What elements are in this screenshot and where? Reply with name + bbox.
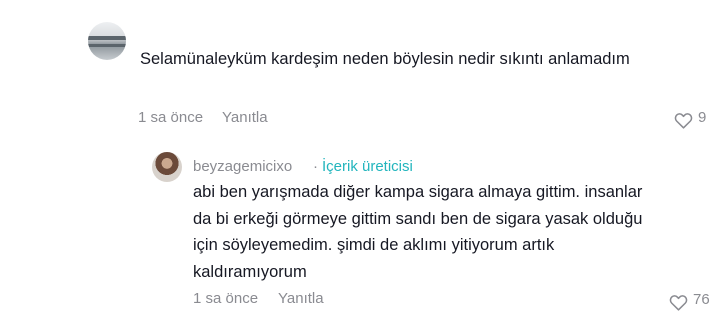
separator-dot: · bbox=[313, 158, 318, 175]
creator-avatar[interactable] bbox=[152, 152, 182, 182]
reply-button[interactable]: Yanıtla bbox=[222, 109, 268, 126]
like-count: 9 bbox=[698, 109, 707, 126]
commenter-avatar[interactable] bbox=[88, 22, 126, 60]
comment-text: Selamünaleyküm kardeşim neden böylesin n… bbox=[140, 50, 630, 68]
comment-timestamp: 1 sa önce bbox=[138, 109, 204, 126]
heart-outline-icon[interactable] bbox=[674, 112, 693, 129]
reply-text: abi ben yarışmada diğer kampa sigara alm… bbox=[193, 183, 643, 281]
reply-username[interactable]: beyzagemicixo bbox=[193, 158, 292, 175]
heart-outline-icon[interactable] bbox=[669, 294, 688, 311]
like-count: 76 bbox=[693, 291, 710, 308]
creator-badge: İçerik üreticisi bbox=[322, 158, 413, 175]
reply-button[interactable]: Yanıtla bbox=[278, 290, 324, 307]
reply-timestamp: 1 sa önce bbox=[193, 290, 259, 307]
